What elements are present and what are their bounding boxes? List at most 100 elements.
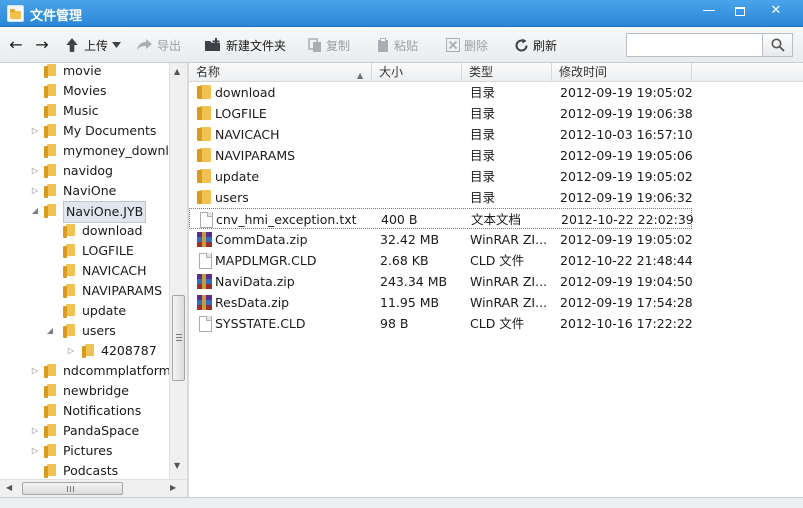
maximize-icon [735, 7, 745, 16]
file-row[interactable]: MAPDLMGR.CLD 2.68 KB CLD 文件 2012-10-22 21:4… [189, 250, 803, 271]
column-header-type[interactable]: 类型 [462, 63, 552, 82]
file-name: ResData.zip [215, 295, 290, 310]
file-name: users [215, 190, 249, 205]
upload-button[interactable]: 上传 [64, 36, 122, 54]
folder-tree: movie Movies Music ▷ My Documents mymoney_dow… [0, 63, 169, 479]
tree-item[interactable]: ◢ users [0, 321, 169, 341]
refresh-label: 刷新 [533, 38, 558, 53]
close-button[interactable]: ✕ [758, 0, 794, 24]
tree-item-label: 4208787 [101, 343, 157, 358]
tree-item[interactable]: ▷ navidog [0, 161, 169, 181]
tree-expander-icon[interactable]: ▷ [30, 161, 40, 181]
tree-item[interactable]: ◢ NaviOne.JYB [0, 201, 169, 223]
tree-item[interactable]: ▷ My Documents [0, 121, 169, 141]
paste-button[interactable]: 粘贴 [376, 36, 418, 54]
tree-expander-icon[interactable]: ◢ [30, 201, 40, 221]
file-type: 目录 [470, 148, 496, 163]
tree-expander-icon[interactable]: ▷ [30, 181, 40, 201]
scroll-right-icon[interactable]: ▶ [170, 483, 176, 492]
tree-expander-icon[interactable]: ◢ [45, 321, 55, 341]
tree-item[interactable]: ▷ NaviOne [0, 181, 169, 201]
tree-expander-icon[interactable]: ▷ [30, 421, 40, 441]
tree-item[interactable]: newbridge [0, 381, 169, 401]
tree-item[interactable]: ▷ ndcommplatform [0, 361, 169, 381]
tree-item[interactable]: update [0, 301, 169, 321]
new-folder-button[interactable]: 新建文件夹 [204, 36, 286, 54]
tree-expander-icon[interactable]: ▷ [30, 361, 40, 381]
folder-icon [196, 190, 212, 205]
file-list: 名称 ▲ 大小 类型 修改时间 download 目录 2012-09-19 19:… [189, 63, 803, 497]
folder-icon [196, 127, 212, 142]
tree-item-label: Podcasts [63, 463, 119, 478]
delete-button[interactable]: 删除 [446, 36, 488, 54]
file-name: LOGFILE [215, 106, 267, 121]
search-input[interactable] [626, 33, 763, 57]
file-row[interactable]: NaviData.zip 243.34 MB WinRAR ZI... 2012-09… [189, 271, 803, 292]
file-row[interactable]: ResData.zip 11.95 MB WinRAR ZI... 2012-09-1… [189, 292, 803, 313]
chevron-down-icon [112, 42, 122, 48]
tree-item[interactable]: ▷ Pictures [0, 441, 169, 461]
tree-item[interactable]: LOGFILE [0, 241, 169, 261]
back-button[interactable]: ← [8, 36, 24, 54]
file-row[interactable]: LOGFILE 目录 2012-09-19 19:06:38 [189, 103, 803, 124]
tree-expander-icon[interactable]: ▷ [30, 121, 40, 141]
tree-item-label: mymoney_download [63, 143, 169, 158]
tree-vertical-scroll-thumb[interactable] [172, 295, 185, 381]
tree-vertical-scrollbar[interactable]: ▲ ▼ [169, 63, 187, 479]
file-type: WinRAR ZI... [470, 232, 548, 247]
tree-horizontal-scrollbar[interactable]: ◀ ▶ [0, 479, 187, 497]
tree-item[interactable]: ▷ 4208787 [0, 341, 169, 361]
file-name: NAVICACH [215, 127, 280, 142]
file-row[interactable]: users 目录 2012-09-19 19:06:32 [189, 187, 803, 208]
tree-expander-icon[interactable]: ▷ [66, 341, 76, 361]
tree-item[interactable]: Notifications [0, 401, 169, 421]
file-row[interactable]: SYSSTATE.CLD 98 B CLD 文件 2012-10-16 17:22:2… [189, 313, 803, 334]
file-icon [196, 253, 212, 269]
column-header-size[interactable]: 大小 [372, 63, 462, 82]
refresh-button[interactable]: 刷新 [514, 36, 557, 54]
scroll-down-icon[interactable]: ▼ [174, 461, 180, 470]
tree-item-label: ndcommplatform [63, 363, 169, 378]
file-row[interactable]: update 目录 2012-09-19 19:05:02 [189, 166, 803, 187]
copy-label: 复制 [326, 38, 351, 53]
minimize-button[interactable]: — [692, 0, 726, 24]
tree-item[interactable]: download [0, 221, 169, 241]
folder-icon [44, 204, 56, 218]
delete-label: 删除 [464, 38, 489, 53]
tree-item[interactable]: Podcasts [0, 461, 169, 479]
search-button[interactable] [763, 33, 793, 57]
file-row[interactable]: NAVIPARAMS 目录 2012-09-19 19:05:06 [189, 145, 803, 166]
new-folder-label: 新建文件夹 [226, 38, 287, 53]
file-modified: 2012-09-19 19:06:32 [560, 190, 693, 205]
tree-item[interactable]: mymoney_download [0, 141, 169, 161]
export-button[interactable]: 导出 [135, 36, 181, 54]
maximize-button[interactable] [723, 0, 757, 24]
tree-item[interactable]: NAVIPARAMS [0, 281, 169, 301]
tree-item[interactable]: Music [0, 101, 169, 121]
file-list-header: 名称 ▲ 大小 类型 修改时间 [189, 63, 803, 82]
tree-item[interactable]: Movies [0, 81, 169, 101]
scroll-up-icon[interactable]: ▲ [174, 67, 180, 76]
column-header-modified[interactable]: 修改时间 [552, 63, 692, 82]
tree-item[interactable]: NAVICACH [0, 261, 169, 281]
file-type: 目录 [470, 169, 496, 184]
tree-item[interactable]: ▷ PandaSpace [0, 421, 169, 441]
file-row[interactable]: NAVICACH 目录 2012-10-03 16:57:10 [189, 124, 803, 145]
column-header-name[interactable]: 名称 ▲ [189, 63, 372, 82]
scroll-left-icon[interactable]: ◀ [6, 483, 12, 492]
file-modified: 2012-10-16 17:22:22 [560, 316, 693, 331]
folder-icon [44, 184, 56, 198]
tree-expander-icon[interactable]: ▷ [30, 441, 40, 461]
forward-button[interactable]: → [34, 36, 50, 54]
tree-item[interactable]: movie [0, 63, 169, 81]
file-modified: 2012-09-19 19:05:02 [560, 232, 693, 247]
file-row[interactable]: download 目录 2012-09-19 19:05:02 [189, 82, 803, 103]
file-row[interactable]: cnv_hmi_exception.txt 400 B 文本文档 2012-10-22… [189, 208, 803, 229]
export-label: 导出 [157, 38, 182, 53]
folder-icon [44, 464, 56, 478]
file-row[interactable]: CommData.zip 32.42 MB WinRAR ZI... 2012-09-… [189, 229, 803, 250]
tree-horizontal-scroll-thumb[interactable] [22, 482, 123, 495]
file-type: WinRAR ZI... [470, 295, 548, 310]
copy-button[interactable]: 复制 [308, 36, 350, 54]
tree-item-label: Notifications [63, 403, 142, 418]
